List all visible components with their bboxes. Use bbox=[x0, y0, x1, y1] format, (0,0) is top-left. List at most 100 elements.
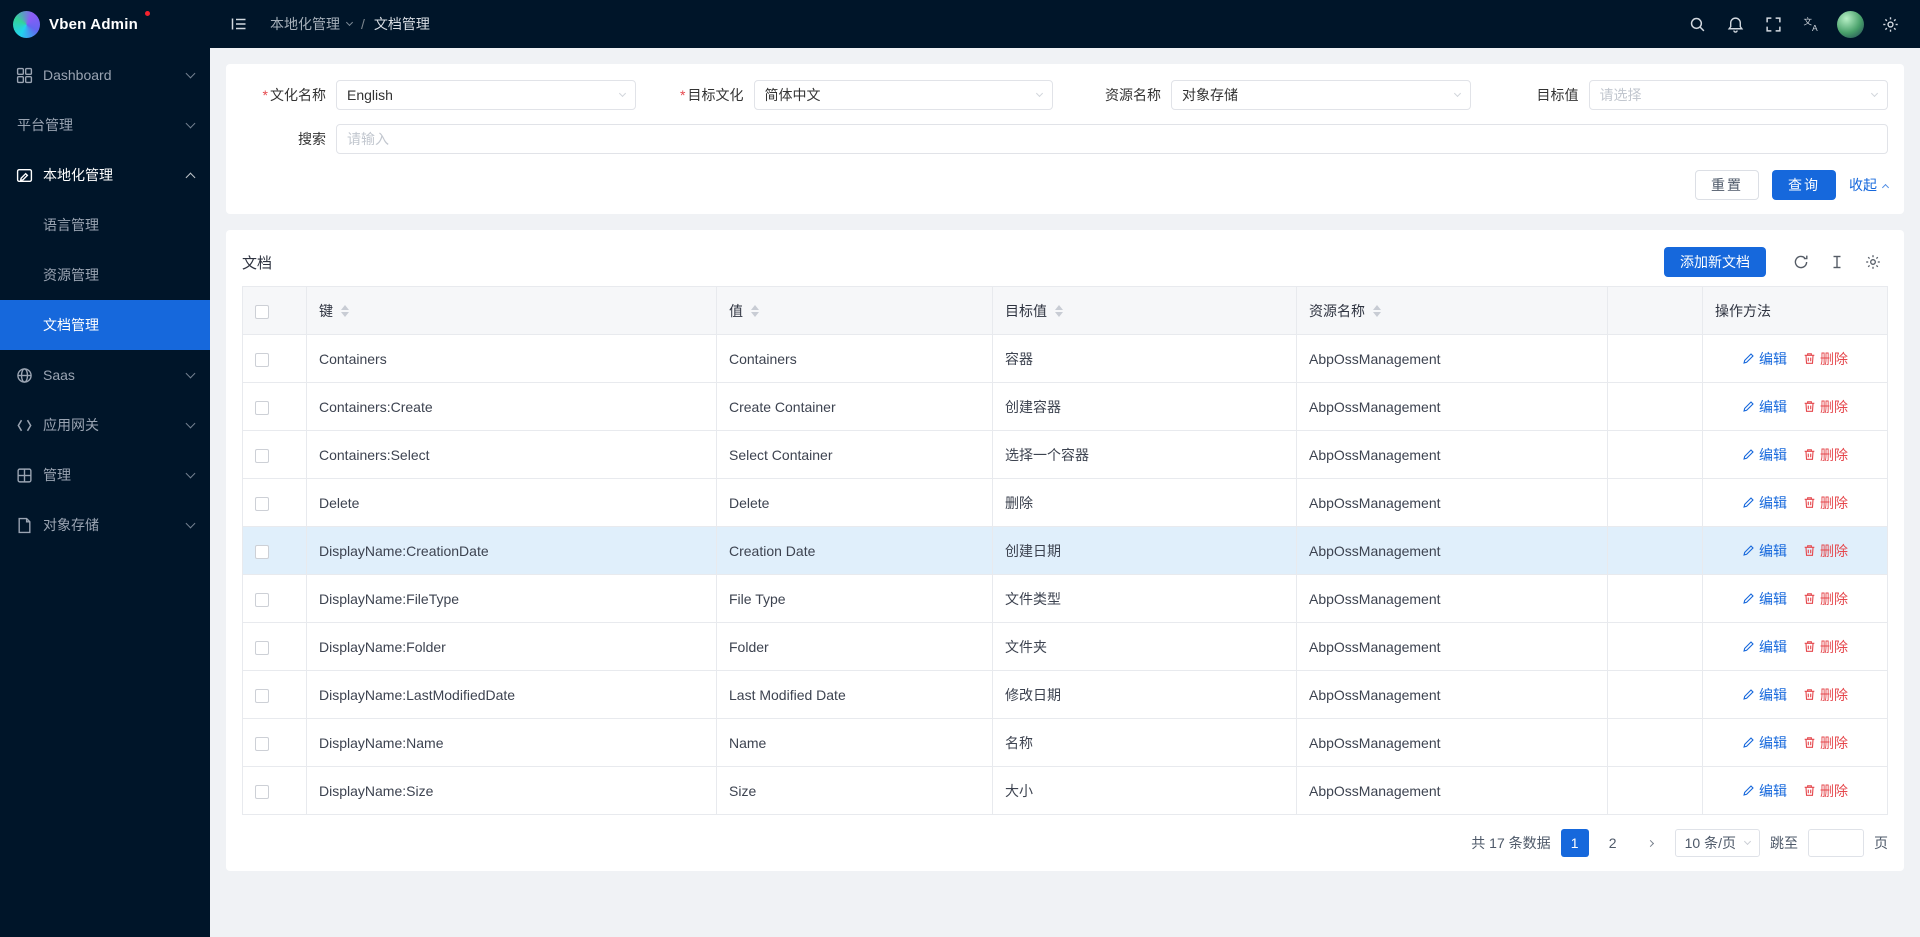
search-input[interactable] bbox=[336, 124, 1888, 154]
cell-resource: AbpOssManagement bbox=[1297, 623, 1608, 671]
sidebar-item-object-storage[interactable]: 对象存储 bbox=[0, 500, 210, 550]
bell-icon[interactable] bbox=[1717, 6, 1753, 42]
sort-icon[interactable] bbox=[751, 305, 759, 317]
next-page-button[interactable] bbox=[1637, 829, 1665, 857]
sidebar-item-dashboard[interactable]: Dashboard bbox=[0, 50, 210, 100]
resource-name-select[interactable]: 对象存储 bbox=[1171, 80, 1471, 110]
edit-button[interactable]: 编辑 bbox=[1742, 493, 1787, 513]
edit-button[interactable]: 编辑 bbox=[1742, 349, 1787, 369]
logo-badge-dot bbox=[145, 11, 150, 16]
row-checkbox[interactable] bbox=[255, 497, 269, 511]
edit-icon bbox=[1742, 448, 1755, 461]
cell-key: DisplayName:Size bbox=[307, 767, 717, 815]
select-all-checkbox[interactable] bbox=[255, 305, 269, 319]
avatar[interactable] bbox=[1837, 11, 1864, 38]
edit-button[interactable]: 编辑 bbox=[1742, 637, 1787, 657]
settings-icon[interactable] bbox=[1872, 6, 1908, 42]
sidebar-item-saas[interactable]: Saas bbox=[0, 350, 210, 400]
required-asterisk: * bbox=[680, 87, 685, 103]
table-row: DisplayName:FileType File Type 文件类型 AbpO… bbox=[243, 575, 1888, 623]
cell-resource: AbpOssManagement bbox=[1297, 527, 1608, 575]
cell-target: 容器 bbox=[993, 335, 1297, 383]
required-asterisk: * bbox=[263, 87, 268, 103]
row-checkbox[interactable] bbox=[255, 449, 269, 463]
sidebar-item-localization[interactable]: 本地化管理 bbox=[0, 150, 210, 200]
delete-button[interactable]: 删除 bbox=[1803, 349, 1848, 369]
delete-button[interactable]: 删除 bbox=[1803, 589, 1848, 609]
cell-value: Select Container bbox=[717, 431, 993, 479]
edit-button[interactable]: 编辑 bbox=[1742, 397, 1787, 417]
page-unit-label: 页 bbox=[1874, 833, 1888, 853]
edit-button[interactable]: 编辑 bbox=[1742, 541, 1787, 561]
documents-panel: 文档 添加新文档 bbox=[226, 230, 1904, 871]
search-icon[interactable] bbox=[1679, 6, 1715, 42]
cell-resource: AbpOssManagement bbox=[1297, 575, 1608, 623]
query-button[interactable]: 查询 bbox=[1772, 170, 1836, 200]
target-value-select[interactable]: 请选择 bbox=[1589, 80, 1889, 110]
cell-resource: AbpOssManagement bbox=[1297, 383, 1608, 431]
delete-button[interactable]: 删除 bbox=[1803, 397, 1848, 417]
table-row: Containers:Create Create Container 创建容器 … bbox=[243, 383, 1888, 431]
gateway-icon bbox=[16, 417, 33, 434]
sidebar-item-document-management[interactable]: 文档管理 bbox=[0, 300, 210, 350]
edit-icon bbox=[1742, 592, 1755, 605]
table-row: Delete Delete 删除 AbpOssManagement 编辑 删除 bbox=[243, 479, 1888, 527]
edit-icon bbox=[1742, 784, 1755, 797]
filter-actions: 重置 查询 收起 bbox=[242, 170, 1888, 200]
page-button-1[interactable]: 1 bbox=[1561, 829, 1589, 857]
row-checkbox[interactable] bbox=[255, 353, 269, 367]
chevron-down-icon bbox=[186, 468, 196, 478]
sidebar-item-resource-management[interactable]: 资源管理 bbox=[0, 250, 210, 300]
edit-button[interactable]: 编辑 bbox=[1742, 781, 1787, 801]
sidebar-item-platform[interactable]: 平台管理 bbox=[0, 100, 210, 150]
translate-icon[interactable]: 文A bbox=[1793, 6, 1829, 42]
edit-button[interactable]: 编辑 bbox=[1742, 685, 1787, 705]
row-checkbox[interactable] bbox=[255, 689, 269, 703]
cell-target: 名称 bbox=[993, 719, 1297, 767]
logo-title: Vben Admin bbox=[49, 16, 138, 33]
delete-button[interactable]: 删除 bbox=[1803, 733, 1848, 753]
sidebar-item-management[interactable]: 管理 bbox=[0, 450, 210, 500]
delete-button[interactable]: 删除 bbox=[1803, 685, 1848, 705]
fullscreen-icon[interactable] bbox=[1755, 6, 1791, 42]
delete-button[interactable]: 删除 bbox=[1803, 637, 1848, 657]
reset-button[interactable]: 重置 bbox=[1695, 170, 1759, 200]
row-checkbox[interactable] bbox=[255, 593, 269, 607]
edit-icon bbox=[1742, 640, 1755, 653]
row-checkbox[interactable] bbox=[255, 641, 269, 655]
edit-button[interactable]: 编辑 bbox=[1742, 733, 1787, 753]
row-checkbox[interactable] bbox=[255, 401, 269, 415]
delete-button[interactable]: 删除 bbox=[1803, 781, 1848, 801]
collapse-toggle[interactable]: 收起 bbox=[1849, 175, 1888, 195]
row-checkbox[interactable] bbox=[255, 737, 269, 751]
row-checkbox[interactable] bbox=[255, 545, 269, 559]
cell-value: Creation Date bbox=[717, 527, 993, 575]
sidebar-item-gateway[interactable]: 应用网关 bbox=[0, 400, 210, 450]
table-row: Containers:Select Select Container 选择一个容… bbox=[243, 431, 1888, 479]
breadcrumb-item-localization[interactable]: 本地化管理 bbox=[270, 14, 352, 34]
sort-icon[interactable] bbox=[1055, 305, 1063, 317]
jump-page-input[interactable] bbox=[1808, 829, 1864, 857]
sort-icon[interactable] bbox=[1373, 305, 1381, 317]
logo[interactable]: Vben Admin bbox=[0, 0, 210, 48]
sidebar: Vben Admin Dashboard 平台管理 本地化管理 bbox=[0, 0, 210, 937]
edit-button[interactable]: 编辑 bbox=[1742, 445, 1787, 465]
refresh-icon[interactable] bbox=[1786, 247, 1816, 277]
page-size-select[interactable]: 10 条/页 bbox=[1675, 829, 1760, 857]
delete-button[interactable]: 删除 bbox=[1803, 541, 1848, 561]
menu-fold-icon[interactable] bbox=[222, 7, 256, 41]
resize-icon[interactable] bbox=[1822, 247, 1852, 277]
add-document-button[interactable]: 添加新文档 bbox=[1664, 247, 1766, 277]
delete-button[interactable]: 删除 bbox=[1803, 445, 1848, 465]
sidebar-item-language-management[interactable]: 语言管理 bbox=[0, 200, 210, 250]
delete-button[interactable]: 删除 bbox=[1803, 493, 1848, 513]
delete-icon bbox=[1803, 448, 1816, 461]
sort-icon[interactable] bbox=[341, 305, 349, 317]
column-settings-icon[interactable] bbox=[1858, 247, 1888, 277]
target-culture-select[interactable]: 简体中文 bbox=[754, 80, 1054, 110]
edit-button[interactable]: 编辑 bbox=[1742, 589, 1787, 609]
culture-name-select[interactable]: English bbox=[336, 80, 636, 110]
table-row-highlighted: DisplayName:CreationDate Creation Date 创… bbox=[243, 527, 1888, 575]
page-button-2[interactable]: 2 bbox=[1599, 829, 1627, 857]
row-checkbox[interactable] bbox=[255, 785, 269, 799]
